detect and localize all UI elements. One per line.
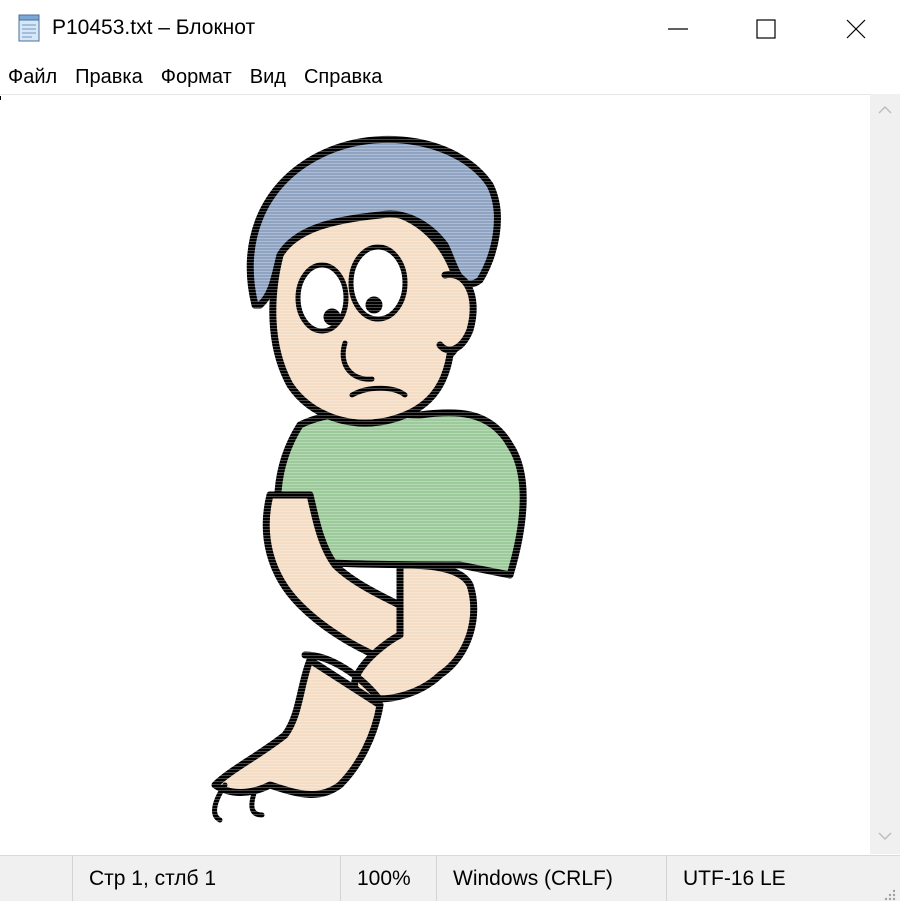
encoding: UTF-16 LE [666,856,876,901]
chevron-down-icon [878,828,892,846]
menu-edit[interactable]: Правка [66,60,152,94]
status-bar: Стр 1, стлб 1 100% Windows (CRLF) UTF-16… [0,855,900,901]
text-caret [0,96,1,100]
scroll-up-button[interactable] [870,94,900,128]
menu-help[interactable]: Справка [295,60,391,94]
vertical-scrollbar[interactable] [870,94,900,854]
minimize-button[interactable] [632,0,724,58]
window-title: P10453.txt – Блокнот [52,16,256,39]
resize-grip-icon[interactable] [882,883,896,901]
scroll-down-button[interactable] [870,820,900,854]
cursor-position: Стр 1, стлб 1 [72,856,340,901]
maximize-button[interactable] [720,0,812,58]
menu-file[interactable]: Файл [0,60,66,94]
title-bar: P10453.txt – Блокнот [0,0,900,60]
menu-format[interactable]: Формат [152,60,241,94]
close-icon [845,18,867,40]
notepad-icon [16,14,42,42]
line-endings: Windows (CRLF) [436,856,666,901]
menu-view[interactable]: Вид [241,60,295,94]
text-editor[interactable] [0,94,870,855]
maximize-icon [755,18,777,40]
zoom-level: 100% [340,856,436,901]
minimize-icon [667,18,689,40]
menu-bar: Файл Правка Формат Вид Справка [0,60,900,94]
chevron-up-icon [878,102,892,120]
close-button[interactable] [810,0,900,58]
cartoon-illustration [0,95,870,855]
